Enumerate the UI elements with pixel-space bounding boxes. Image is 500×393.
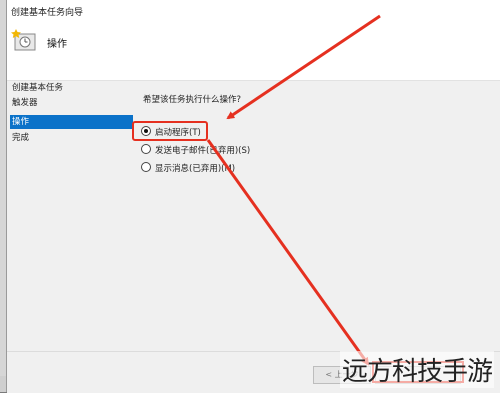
- watermark-text: 远方科技手游: [339, 351, 494, 388]
- highlight-start-program: [132, 121, 208, 141]
- steps-sidebar: 创建基本任务 触发器 操作 完成: [7, 81, 134, 351]
- radio-show-message[interactable]: [141, 162, 151, 172]
- option-show-message-label: 显示消息(已弃用)(M): [155, 164, 236, 174]
- step-action[interactable]: 操作: [10, 115, 134, 129]
- title-bar: 创建基本任务向导: [7, 0, 500, 22]
- step-finish[interactable]: 完成: [10, 131, 134, 145]
- option-show-message[interactable]: 显示消息(已弃用)(M): [141, 162, 235, 176]
- action-prompt: 希望该任务执行什么操作?: [143, 95, 242, 105]
- page-heading: 操作: [47, 39, 67, 50]
- wizard-header: 操作: [7, 22, 500, 81]
- option-send-email[interactable]: 发送电子邮件(已弃用)(S): [141, 144, 250, 158]
- radio-send-email[interactable]: [141, 144, 151, 154]
- window-title: 创建基本任务向导: [11, 8, 84, 18]
- option-send-email-label: 发送电子邮件(已弃用)(S): [155, 146, 251, 156]
- clock-wizard-icon: [11, 28, 39, 52]
- step-trigger[interactable]: 触发器: [10, 96, 134, 110]
- task-wizard-dialog: 创建基本任务向导 操作 创建基本任务 触发器 操作 完成 希望该任务执行什么操作…: [6, 0, 500, 393]
- step-create-basic-task[interactable]: 创建基本任务: [10, 81, 134, 95]
